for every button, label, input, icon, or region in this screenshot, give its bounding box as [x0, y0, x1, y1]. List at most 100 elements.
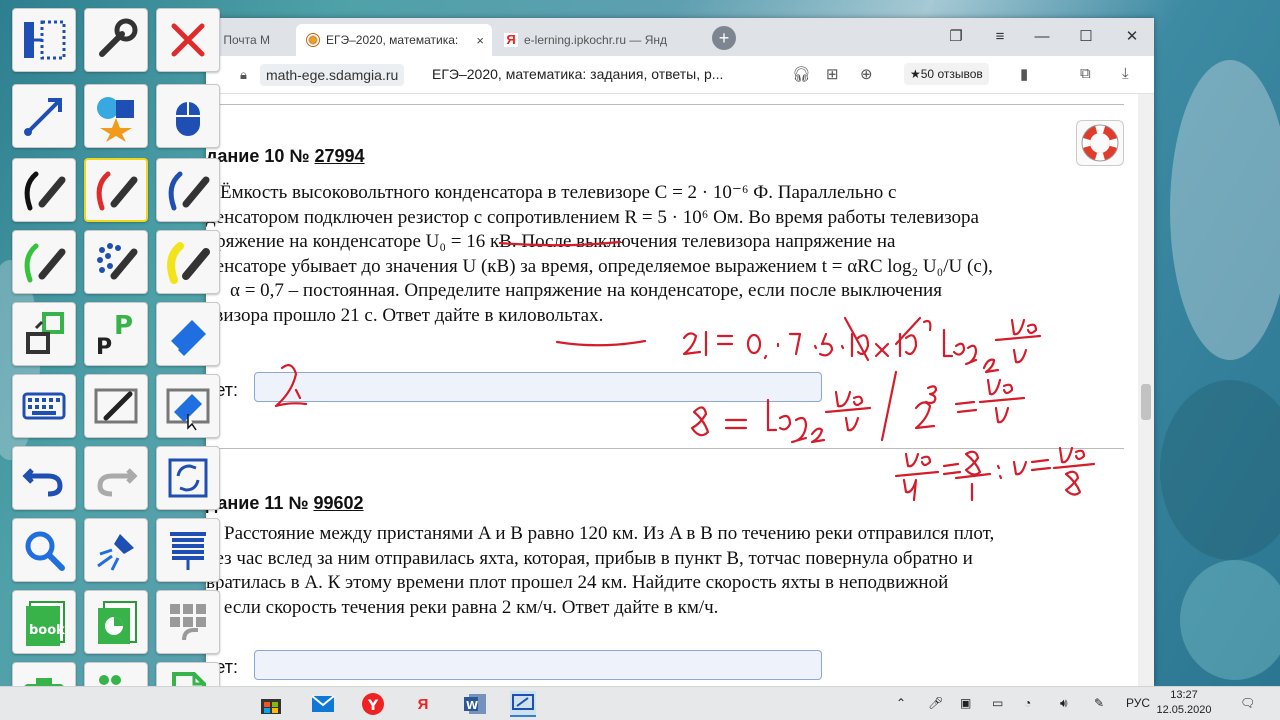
wifi-icon[interactable]: ◔	[1024, 696, 1031, 710]
task-line: пряжение на конденсаторе U₀ = 16 кВ. Пос…	[206, 231, 896, 252]
screen-shade-icon[interactable]	[156, 518, 220, 582]
page-sorter-icon[interactable]	[12, 8, 76, 72]
task-10-number-link[interactable]: 27994	[315, 146, 365, 166]
whiteboard-app-icon[interactable]	[510, 691, 536, 717]
pen-red-icon[interactable]	[84, 158, 148, 222]
toolbox-icon[interactable]	[156, 590, 220, 654]
translate-icon[interactable]: ⊞	[826, 65, 839, 83]
task-10-heading: дание 10 № 27994	[206, 146, 365, 167]
screen-annotate-icon[interactable]	[84, 374, 148, 438]
task-line: Расстояние между пристанями A и B равно …	[224, 523, 995, 544]
refresh-icon[interactable]	[156, 446, 220, 510]
tool-palette: PP book	[6, 0, 224, 720]
divider	[206, 104, 1124, 105]
close-red-x-icon[interactable]	[156, 8, 220, 72]
stamp-pen-icon[interactable]	[84, 230, 148, 294]
page-title: ЕГЭ–2020, математика: задания, ответы, р…	[432, 66, 724, 82]
svg-text:Y: Y	[367, 698, 379, 714]
erase-screen-icon[interactable]	[156, 374, 220, 438]
yandex-favicon-icon: Я	[504, 33, 518, 47]
minimize-icon[interactable]: —	[1020, 18, 1064, 56]
pen-blue-icon[interactable]	[156, 158, 220, 222]
help-lifebuoy-icon[interactable]	[1076, 120, 1124, 166]
task-11-text: Расстояние между пристанями A и B равно …	[206, 522, 1124, 620]
tab-label: ЕГЭ–2020, математика:	[326, 33, 459, 47]
shapes-icon[interactable]	[84, 84, 148, 148]
mouse-select-icon[interactable]	[156, 84, 220, 148]
maximize-icon[interactable]: ☐	[1064, 18, 1108, 56]
clock-time: 13:27	[1170, 689, 1198, 701]
keyboard-icon[interactable]	[12, 374, 76, 438]
pen-tray-icon[interactable]: ✎	[1094, 696, 1104, 710]
tab-label: - Почта M	[216, 33, 270, 47]
tab-e-lerning[interactable]: Я e-lerning.ipkochr.ru — Янд	[494, 24, 694, 56]
collections-icon[interactable]: ⧉	[1080, 65, 1091, 82]
mail-icon[interactable]	[310, 691, 336, 717]
redo-icon[interactable]	[84, 446, 148, 510]
task-line: α = 0,7 – постоянная. Определите напряже…	[230, 280, 942, 301]
close-window-icon[interactable]: ✕	[1110, 18, 1154, 56]
settings-wrench-icon[interactable]	[84, 8, 148, 72]
ebook-icon[interactable]: book	[12, 590, 76, 654]
address-domain[interactable]: math-ege.sdamgia.ru	[260, 64, 405, 86]
bookmark-icon[interactable]: ▮	[1020, 65, 1028, 83]
page-content: дание 10 № 27994 Ёмкость высоковольтного…	[206, 94, 1154, 686]
task-11-number-link[interactable]: 99602	[314, 493, 364, 513]
divider	[206, 448, 1124, 449]
address-bar[interactable]: 🔒︎ math-ege.sdamgia.ru ЕГЭ–2020, математ…	[206, 56, 1154, 94]
tab-close-icon[interactable]: ×	[476, 33, 484, 48]
lock-icon: 🔒︎	[240, 67, 247, 82]
sidebar-toggle-icon[interactable]: ❐	[934, 18, 978, 56]
spotlight-icon[interactable]	[84, 518, 148, 582]
menu-icon[interactable]: ≡	[978, 18, 1022, 56]
browser-window: - Почта M ЕГЭ–2020, математика: × Я e-le…	[206, 18, 1154, 686]
presentation-icon[interactable]	[84, 590, 148, 654]
svg-text:P: P	[114, 311, 133, 341]
sdamgia-favicon-icon	[306, 33, 320, 47]
clock-date: 12.05.2020	[1156, 704, 1212, 716]
pen-green-icon[interactable]	[12, 230, 76, 294]
language-indicator[interactable]: РУС	[1126, 696, 1150, 710]
tray-chevron-icon[interactable]: ⌃	[896, 696, 906, 710]
tab-label: e-lerning.ipkochr.ru — Янд	[524, 33, 668, 47]
svg-text:W: W	[466, 699, 478, 712]
task-line: е, если скорость течения реки равна 2 км…	[206, 596, 719, 618]
new-tab-button[interactable]: +	[712, 26, 736, 50]
system-clock[interactable]: 13:27 12.05.2020	[1156, 688, 1212, 718]
pen-black-icon[interactable]	[12, 158, 76, 222]
undo-icon[interactable]	[12, 446, 76, 510]
yandex-browser-icon[interactable]: Y	[360, 691, 386, 717]
task-line: денсаторе убывает до значения U (кВ) за …	[206, 255, 993, 277]
headphones-icon[interactable]: 🎧︎	[792, 65, 811, 83]
text-pen-icon[interactable]: PP	[84, 302, 148, 366]
highlighter-yellow-icon[interactable]	[156, 230, 220, 294]
network-icon[interactable]: ▣	[960, 696, 971, 710]
zoom-icon[interactable]: ⊕	[860, 65, 873, 83]
svg-text:book: book	[29, 623, 65, 638]
answer-input[interactable]	[254, 650, 822, 680]
microphone-icon[interactable]: 🎤︎	[928, 696, 943, 710]
battery-icon[interactable]: ▭	[992, 696, 1003, 710]
yandex-icon[interactable]: Я	[410, 691, 436, 717]
download-icon[interactable]: ⤓	[1122, 65, 1129, 82]
notifications-icon[interactable]: 🗨︎	[1240, 696, 1255, 710]
task-line: Ёмкость высоковольтного конденсатора в т…	[220, 182, 897, 203]
eraser-icon[interactable]	[156, 302, 220, 366]
taskbar: Y Я W ⌃ 🎤︎ ▣ ▭ ◔ 🔊︎ ✎ РУС 13:27 12.05.20…	[0, 686, 1280, 720]
magnifier-icon[interactable]	[12, 518, 76, 582]
tab-ege-active[interactable]: ЕГЭ–2020, математика: ×	[296, 24, 492, 56]
scrollbar-thumb[interactable]	[1141, 384, 1151, 420]
task-line: евизора прошло 21 с. Ответ дайте в килов…	[206, 304, 604, 326]
vertical-scrollbar[interactable]	[1138, 94, 1154, 686]
task-line: вратилась в A. К этому времени плот прош…	[206, 572, 949, 593]
task-line: денсатором подключен резистор с сопротив…	[206, 206, 979, 228]
volume-icon[interactable]: 🔊︎	[1060, 696, 1068, 711]
tab-bar: - Почта M ЕГЭ–2020, математика: × Я e-le…	[206, 18, 1154, 56]
line-arrow-icon[interactable]	[12, 84, 76, 148]
task-10-text: Ёмкость высоковольтного конденсатора в т…	[206, 181, 1124, 328]
fill-shape-icon[interactable]	[12, 302, 76, 366]
answer-input[interactable]	[254, 372, 822, 402]
store-icon[interactable]	[258, 691, 284, 717]
reviews-badge[interactable]: ★50 отзывов	[904, 63, 989, 85]
word-icon[interactable]: W	[462, 691, 488, 717]
